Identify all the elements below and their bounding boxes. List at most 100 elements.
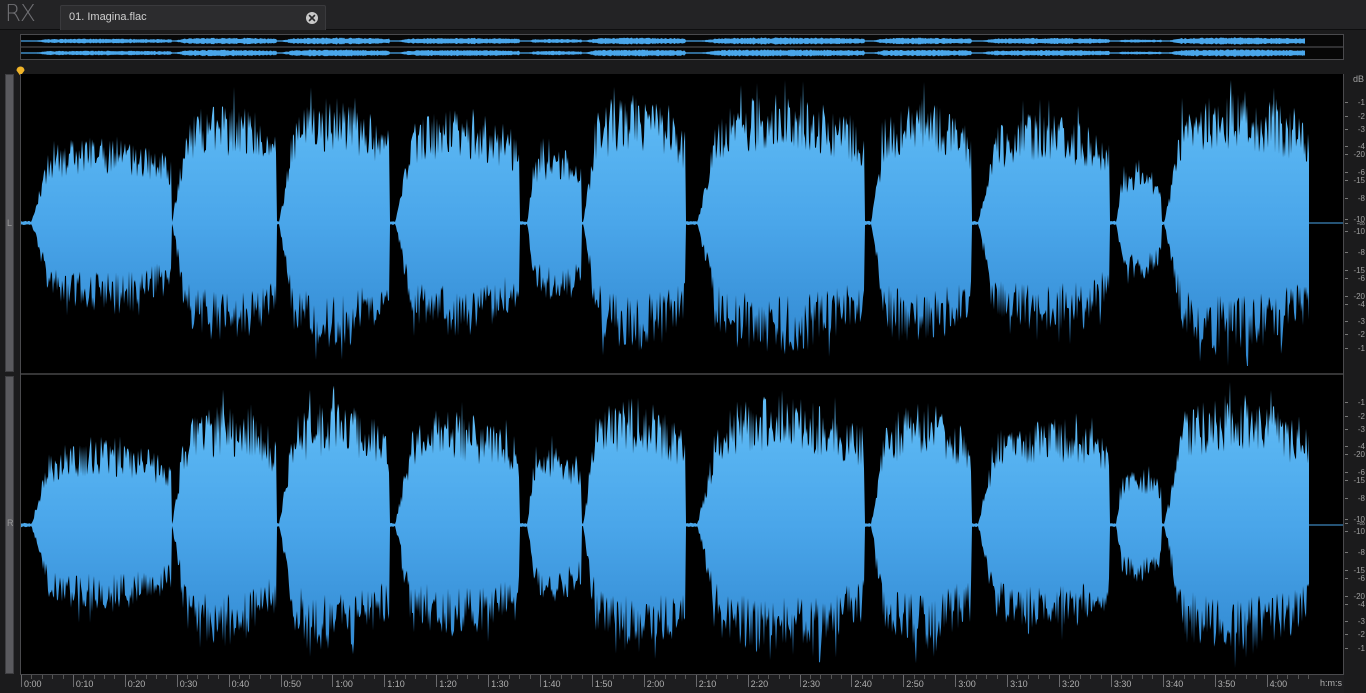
db-tick-mark <box>1345 116 1348 117</box>
db-tick-label: -3 <box>1357 425 1365 434</box>
db-tick-label: -6 <box>1357 574 1365 583</box>
app-logo: RX <box>5 1 36 27</box>
time-minor-tick <box>1287 675 1289 679</box>
tab-file[interactable]: 01. Imagina.flac <box>60 5 326 30</box>
time-tick-label: 0:40 <box>231 679 250 689</box>
db-tick-mark <box>1345 334 1348 335</box>
time-tick-label: 3:50 <box>1217 679 1236 689</box>
db-tick-mark <box>1345 402 1348 403</box>
time-minor-tick <box>1225 675 1227 679</box>
time-minor-tick <box>975 675 977 679</box>
time-tick-label: 1:20 <box>439 679 457 689</box>
channel-label-right: R <box>7 518 14 528</box>
time-minor-tick <box>52 675 54 679</box>
time-minor-tick <box>913 675 915 679</box>
close-circle-icon[interactable] <box>305 11 319 25</box>
db-tick-mark <box>1345 621 1348 622</box>
channel-meter <box>5 74 14 674</box>
db-tick-mark <box>1345 223 1348 224</box>
db-tick-mark <box>1345 570 1348 571</box>
time-tick-label: 3:30 <box>1113 679 1132 689</box>
time-tick-label: 3:40 <box>1165 679 1184 689</box>
time-minor-tick <box>1017 675 1019 679</box>
time-minor-tick <box>301 675 303 679</box>
time-minor-tick <box>353 675 355 679</box>
time-minor-tick <box>1297 675 1299 679</box>
time-minor-tick <box>155 675 157 679</box>
db-tick-label: -3 <box>1357 617 1365 626</box>
file-tab-label: 01. Imagina.flac <box>69 11 147 23</box>
time-minor-tick <box>1204 675 1206 679</box>
time-minor-tick <box>602 675 604 679</box>
time-minor-tick <box>892 675 894 679</box>
db-tick-label: -1 <box>1357 398 1365 407</box>
db-tick-mark <box>1345 446 1348 447</box>
db-tick-label: -2 <box>1357 412 1365 421</box>
time-minor-tick <box>1131 675 1133 679</box>
time-tick-label: 1:00 <box>335 679 353 689</box>
time-tick-label: 2:00 <box>646 679 665 689</box>
time-tick-label: 2:50 <box>906 679 924 689</box>
waveform-display[interactable] <box>20 74 1344 674</box>
time-minor-tick <box>270 675 272 679</box>
db-tick-label: -2 <box>1357 330 1365 339</box>
waveform-channel-left <box>21 80 1343 366</box>
time-minor-tick <box>1193 675 1195 679</box>
time-minor-tick <box>342 675 344 679</box>
db-tick-mark <box>1345 596 1348 597</box>
time-minor-tick <box>571 675 573 679</box>
time-minor-tick <box>31 675 33 679</box>
db-tick-mark <box>1345 531 1348 532</box>
time-minor-tick <box>986 675 988 679</box>
waveform-channel-right <box>21 382 1343 668</box>
db-tick-mark <box>1345 146 1348 147</box>
time-minor-tick <box>841 675 843 679</box>
overview-waveform-shape <box>21 49 1305 57</box>
channel-label-left: L <box>7 218 13 228</box>
time-minor-tick <box>207 675 209 679</box>
time-minor-tick <box>456 675 458 679</box>
time-minor-tick <box>529 675 531 679</box>
db-tick-mark <box>1345 102 1348 103</box>
db-unit-label: dB <box>1352 74 1364 84</box>
db-tick-mark <box>1345 416 1348 417</box>
db-tick-mark <box>1345 604 1348 605</box>
time-minor-tick <box>1308 675 1310 679</box>
time-minor-tick <box>373 675 375 679</box>
time-minor-tick <box>1245 675 1247 679</box>
time-minor-tick <box>924 675 926 679</box>
time-minor-tick <box>218 675 220 679</box>
time-minor-tick <box>1079 675 1081 679</box>
time-minor-tick <box>1100 675 1102 679</box>
time-minor-tick <box>706 675 708 679</box>
time-minor-tick <box>996 675 998 679</box>
time-minor-tick <box>789 675 791 679</box>
time-minor-tick <box>415 675 417 679</box>
time-minor-tick <box>508 675 510 679</box>
time-minor-tick <box>965 675 967 679</box>
db-tick-label: -3 <box>1357 125 1365 134</box>
time-minor-tick <box>757 675 759 679</box>
db-tick-mark <box>1345 219 1348 220</box>
db-tick-mark <box>1345 648 1348 649</box>
db-tick-label: -15 <box>1353 476 1365 485</box>
time-tick-label: 2:30 <box>802 679 821 689</box>
time-minor-tick <box>145 675 147 679</box>
time-minor-tick <box>1235 675 1237 679</box>
time-tick-label: 2:40 <box>854 679 872 689</box>
time-minor-tick <box>259 675 261 679</box>
time-ruler[interactable]: 0:00 0:10 0:20 0:30 0:40 0:50 1:00 1:10 1:20 1:30… <box>20 674 1344 693</box>
time-tick-label: 4:00 <box>1269 679 1288 689</box>
time-minor-tick <box>104 675 106 679</box>
db-tick-mark <box>1345 578 1348 579</box>
time-minor-tick <box>654 675 656 679</box>
db-tick-label: -8 <box>1357 494 1365 503</box>
time-minor-tick <box>166 675 168 679</box>
db-tick-mark <box>1345 523 1348 524</box>
waveform-overview[interactable] <box>20 34 1344 60</box>
time-minor-tick <box>477 675 479 679</box>
time-tick-label: 2:10 <box>698 679 717 689</box>
db-tick-mark <box>1345 129 1348 130</box>
time-minor-tick <box>498 675 500 679</box>
time-minor-tick <box>934 675 936 679</box>
